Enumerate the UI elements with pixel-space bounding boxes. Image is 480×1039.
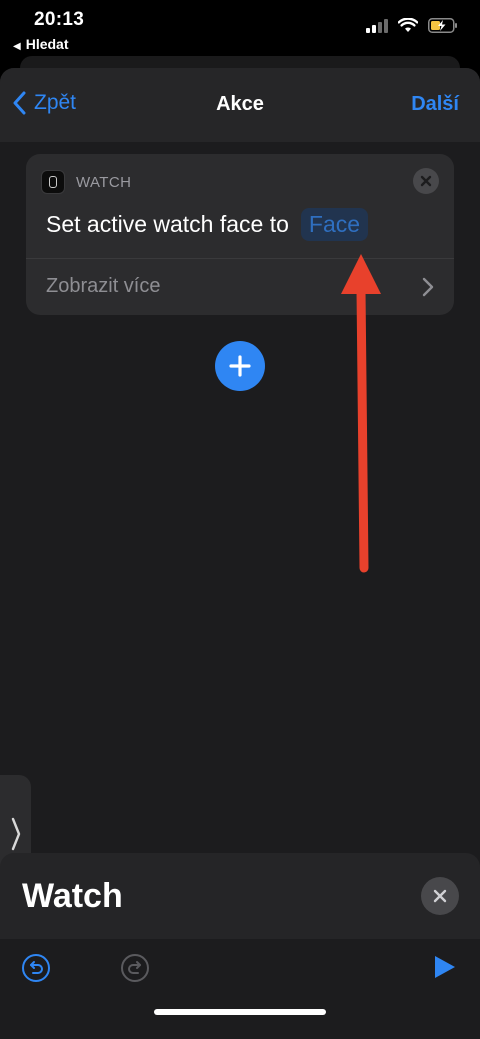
panel-title: Watch [22,877,123,915]
action-text: Set active watch face to [46,211,289,237]
panel-close-button[interactable] [421,877,459,915]
action-card-header: WATCH [41,170,131,194]
action-library-panel: Watch [0,853,480,1039]
editor-toolbar [0,939,480,1039]
undo-icon[interactable] [21,953,51,983]
action-sentence: Set active watch face to Face [46,208,369,241]
action-card[interactable]: WATCH Set active watch face to Face Zobr… [26,154,454,315]
signal-icon [366,18,388,33]
show-more-label: Zobrazit více [46,275,161,297]
back-to-app-label: Hledat [25,36,69,52]
add-action-button[interactable] [215,341,265,391]
wifi-icon [398,18,418,32]
back-triangle-icon: ◀ [13,41,21,52]
close-icon [433,889,447,903]
status-bar: 20:13 ◀ Hledat [0,0,480,56]
shortcut-editor-sheet: Zpět Akce Další WATCH Set active watch f… [0,68,480,1039]
play-icon[interactable] [434,955,456,979]
redo-icon[interactable] [120,953,150,983]
remove-action-button[interactable] [413,168,439,194]
chevron-right-icon [422,277,434,297]
status-time: 20:13 [34,9,85,30]
next-button[interactable]: Další [411,93,459,116]
battery-charging-icon [428,18,457,33]
status-icons [366,18,458,33]
chevron-right-icon [11,817,20,851]
navigation-bar: Zpět Akce Další [0,68,480,142]
show-more-row[interactable]: Zobrazit více [26,259,454,315]
face-parameter-token[interactable]: Face [300,208,369,241]
plus-icon [229,355,251,377]
watch-app-icon [41,170,65,194]
back-to-app-link[interactable]: ◀ Hledat [13,36,69,52]
home-indicator [154,1009,326,1015]
close-icon [420,175,432,187]
action-app-name: WATCH [76,173,132,191]
page-title: Akce [216,93,264,115]
